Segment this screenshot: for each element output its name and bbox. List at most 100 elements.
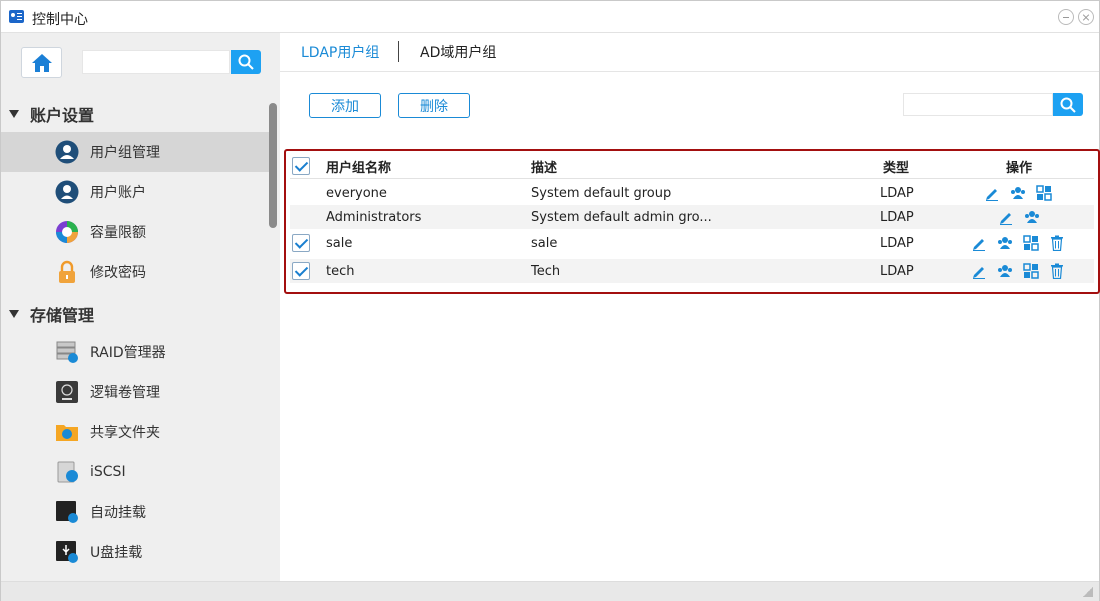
title-bar: 控制中心 xyxy=(1,1,1099,33)
search-icon xyxy=(1060,97,1076,113)
table-row[interactable]: tech Tech LDAP xyxy=(290,259,1094,283)
group-name: Administrators xyxy=(326,209,422,225)
select-all-checkbox[interactable] xyxy=(292,157,310,175)
group-name: everyone xyxy=(326,185,387,201)
lock-icon xyxy=(59,260,75,283)
permissions-icon[interactable] xyxy=(1036,185,1052,201)
collapse-triangle-icon xyxy=(9,310,19,318)
table-row[interactable]: sale sale LDAP xyxy=(290,231,1094,255)
sidebar-item-raid[interactable]: RAID管理器 xyxy=(1,332,269,372)
sidebar-item-label: 逻辑卷管理 xyxy=(90,385,160,401)
row-actions xyxy=(971,235,1075,251)
iscsi-icon xyxy=(57,461,78,483)
sidebar-item-label: 共享文件夹 xyxy=(90,425,160,441)
main-panel: LDAP用户组 AD域用户组 添加 删除 用户组名称 描述 类型 操作 ever… xyxy=(280,33,1100,581)
edit-icon[interactable] xyxy=(971,235,987,251)
minimize-button[interactable] xyxy=(1058,9,1074,25)
row-actions xyxy=(998,209,1050,225)
table-header: 用户组名称 描述 类型 操作 xyxy=(290,154,1094,179)
sidebar-item-quota[interactable]: 容量限额 xyxy=(1,212,269,252)
sidebar-item-label: iSCSI xyxy=(90,464,126,480)
shared-folder-icon xyxy=(56,425,78,441)
user-group-icon xyxy=(55,140,79,164)
table-row[interactable]: Administrators System default admin gro.… xyxy=(290,205,1094,229)
sidebar-item-label: U盘挂载 xyxy=(90,545,143,561)
collapse-triangle-icon xyxy=(9,110,19,118)
window-title: 控制中心 xyxy=(32,12,88,28)
row-actions xyxy=(971,263,1075,279)
edit-icon[interactable] xyxy=(971,263,987,279)
permissions-icon[interactable] xyxy=(1023,235,1039,251)
section-storage-management[interactable]: 存储管理 xyxy=(9,302,94,326)
quota-pie-icon xyxy=(56,221,78,243)
members-icon[interactable] xyxy=(997,263,1013,279)
edit-icon[interactable] xyxy=(998,209,1014,225)
sidebar-item-shared-folder[interactable]: 共享文件夹 xyxy=(1,412,269,452)
sidebar-search-input[interactable] xyxy=(82,50,230,74)
group-description: Tech xyxy=(531,263,561,279)
group-description: System default group xyxy=(531,185,672,201)
tab-bar: LDAP用户组 AD域用户组 xyxy=(280,33,1099,72)
row-checkbox[interactable] xyxy=(292,234,310,252)
group-search-button[interactable] xyxy=(1053,93,1083,116)
tab-divider xyxy=(398,41,399,62)
sidebar-item-usb-mount[interactable]: U盘挂载 xyxy=(1,532,269,572)
resize-grip-icon[interactable] xyxy=(1083,587,1093,597)
group-description: System default admin gro... xyxy=(531,209,712,225)
permissions-icon[interactable] xyxy=(1023,263,1039,279)
sidebar-item-label: 自动挂载 xyxy=(90,505,146,521)
group-name: tech xyxy=(326,263,355,279)
lvm-icon xyxy=(56,381,78,403)
row-actions xyxy=(984,185,1062,201)
group-description: sale xyxy=(531,235,558,251)
sidebar-item-lvm[interactable]: 逻辑卷管理 xyxy=(1,372,269,412)
add-button[interactable]: 添加 xyxy=(309,93,381,118)
members-icon[interactable] xyxy=(997,235,1013,251)
user-account-icon xyxy=(55,180,79,204)
delete-icon[interactable] xyxy=(1049,263,1065,279)
members-icon[interactable] xyxy=(1010,185,1026,201)
group-table: 用户组名称 描述 类型 操作 everyone System default g… xyxy=(284,149,1100,294)
sidebar-item-label: 修改密码 xyxy=(90,265,146,281)
group-type: LDAP xyxy=(880,235,914,251)
sidebar-search-button[interactable] xyxy=(231,50,261,74)
group-name: sale xyxy=(326,235,353,251)
status-bar xyxy=(1,581,1099,601)
members-icon[interactable] xyxy=(1024,209,1040,225)
group-search-input[interactable] xyxy=(903,93,1053,116)
sidebar-item-change-password[interactable]: 修改密码 xyxy=(1,252,269,292)
group-type: LDAP xyxy=(880,209,914,225)
row-checkbox[interactable] xyxy=(292,262,310,280)
sidebar-item-label: 用户账户 xyxy=(90,185,146,201)
section-title: 账户设置 xyxy=(30,106,95,125)
column-header-type: 类型 xyxy=(883,160,910,176)
sidebar-item-user-accounts[interactable]: 用户账户 xyxy=(1,172,269,212)
column-header-description: 描述 xyxy=(531,160,558,176)
edit-icon[interactable] xyxy=(984,185,1000,201)
search-icon xyxy=(238,54,254,70)
group-type: LDAP xyxy=(880,185,914,201)
sidebar-scrollbar[interactable] xyxy=(269,103,277,228)
sidebar-item-iscsi[interactable]: iSCSI xyxy=(1,452,269,492)
tab-ad-groups[interactable]: AD域用户组 xyxy=(420,42,496,62)
sidebar-item-label: RAID管理器 xyxy=(90,345,166,361)
home-button[interactable] xyxy=(21,47,62,78)
column-header-actions: 操作 xyxy=(1006,160,1033,176)
app-icon xyxy=(9,10,24,23)
auto-mount-icon xyxy=(56,501,78,523)
table-row[interactable]: everyone System default group LDAP xyxy=(290,181,1094,205)
raid-icon xyxy=(56,341,78,363)
tab-ldap-groups[interactable]: LDAP用户组 xyxy=(301,42,379,62)
sidebar-item-user-groups[interactable]: 用户组管理 xyxy=(1,132,269,172)
sidebar-item-label: 容量限额 xyxy=(90,225,146,241)
delete-button[interactable]: 删除 xyxy=(398,93,470,118)
delete-icon[interactable] xyxy=(1049,235,1065,251)
group-type: LDAP xyxy=(880,263,914,279)
control-center-window: 控制中心 账户设置 用户组管理 用户账户 容量限额 修改密码 存储管理 RAID… xyxy=(0,0,1100,601)
sidebar: 账户设置 用户组管理 用户账户 容量限额 修改密码 存储管理 RAID管理器 逻… xyxy=(1,33,280,581)
sidebar-item-label: 用户组管理 xyxy=(90,145,160,161)
close-button[interactable] xyxy=(1078,9,1094,25)
section-title: 存储管理 xyxy=(30,306,95,325)
section-account-settings[interactable]: 账户设置 xyxy=(9,102,94,126)
sidebar-item-auto-mount[interactable]: 自动挂载 xyxy=(1,492,269,532)
